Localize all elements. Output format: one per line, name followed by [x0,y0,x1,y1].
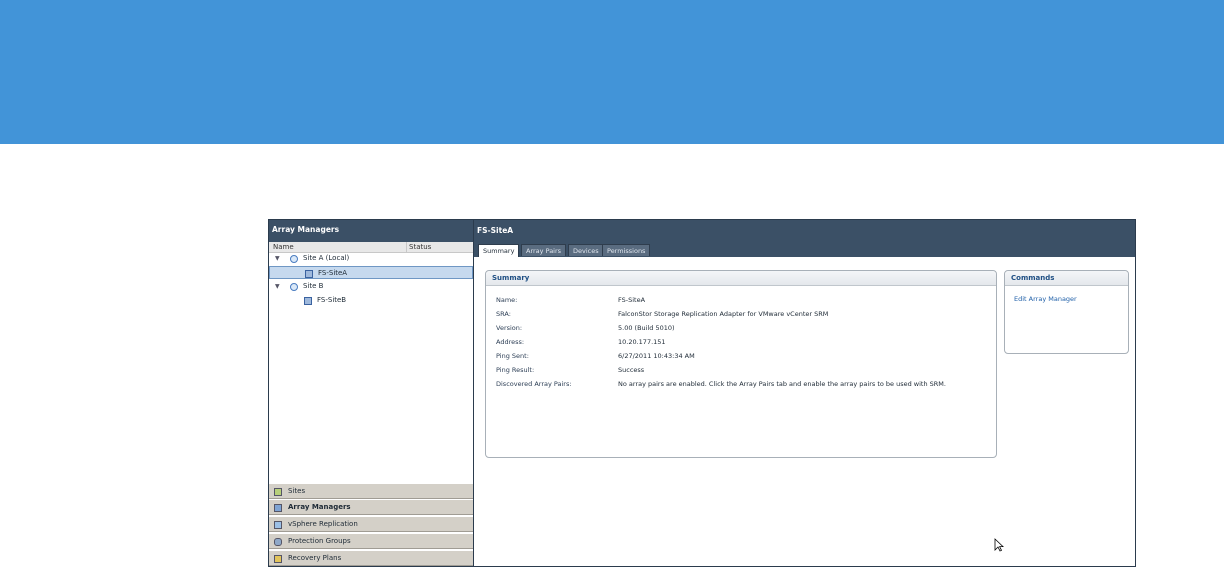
tree-item-label: Site B [303,282,324,290]
tab-devices[interactable]: Devices [568,244,604,256]
nav-protection-groups[interactable]: Protection Groups [269,533,473,549]
summary-value: 6/27/2011 10:43:34 AM [618,352,695,360]
summary-key: Name: [496,296,518,304]
summary-value: No array pairs are enabled. Click the Ar… [618,380,946,388]
detail-pane: FS-SiteA Summary Array Pairs Devices Per… [474,220,1135,566]
tree-item-site-b[interactable]: ▼ Site B [269,280,473,293]
column-name[interactable]: Name [273,242,294,252]
sites-icon [274,488,282,496]
commands-panel: Commands Edit Array Manager [1004,270,1129,354]
array-managers-icon [274,504,282,512]
site-icon [290,255,298,263]
edit-array-manager-link[interactable]: Edit Array Manager [1014,295,1077,303]
nav-vsphere-replication[interactable]: vSphere Replication [269,516,473,532]
summary-panel: Summary Name: FS-SiteA SRA: FalconStor S… [485,270,997,458]
tab-array-pairs[interactable]: Array Pairs [521,244,567,256]
nav-label: Recovery Plans [288,554,342,562]
expand-arrow-icon[interactable]: ▼ [275,252,280,265]
detail-title: FS-SiteA [477,226,514,235]
recovery-plans-icon [274,555,282,563]
mouse-pointer-icon [994,538,1004,552]
nav-recovery-plans[interactable]: Recovery Plans [269,550,473,566]
array-manager-icon [304,297,312,305]
detail-header: FS-SiteA Summary Array Pairs Devices Per… [474,220,1135,257]
tree-item-label: FS-SiteA [318,269,348,277]
summary-value: FS-SiteA [618,296,646,304]
protection-groups-icon [274,538,282,546]
top-banner [0,0,1224,144]
nav-label: Sites [288,487,306,495]
expand-arrow-icon[interactable]: ▼ [275,280,280,293]
srm-window: Array Managers Name Status ▼ Site A (Loc… [268,219,1136,567]
summary-panel-title: Summary [486,271,996,286]
nav-label: Protection Groups [288,537,351,545]
vsphere-replication-icon [274,521,282,529]
nav-label: Array Managers [288,503,351,511]
array-managers-pane: Array Managers Name Status ▼ Site A (Loc… [269,220,474,566]
tab-summary[interactable]: Summary [478,244,520,257]
array-manager-icon [305,270,313,278]
summary-value: FalconStor Storage Replication Adapter f… [618,310,829,318]
tree-item-fs-siteb[interactable]: FS-SiteB [269,294,473,307]
summary-key: SRA: [496,310,511,318]
summary-value: 5.00 (Build 5010) [618,324,675,332]
nav-label: vSphere Replication [288,520,358,528]
site-icon [290,283,298,291]
summary-key: Address: [496,338,525,346]
tree-item-label: FS-SiteB [317,296,347,304]
pane-title: Array Managers [269,220,473,242]
nav-array-managers[interactable]: Array Managers [269,499,473,515]
summary-value: Success [618,366,645,374]
tree-item-site-a[interactable]: ▼ Site A (Local) [269,252,473,265]
nav-sites[interactable]: Sites [269,483,473,499]
tree-item-label: Site A (Local) [303,254,350,262]
summary-value: 10.20.177.151 [618,338,666,346]
summary-key: Ping Result: [496,366,535,374]
tab-permissions[interactable]: Permissions [602,244,651,256]
tree-item-fs-sitea[interactable]: FS-SiteA [269,266,473,279]
summary-key: Ping Sent: [496,352,529,360]
commands-panel-title: Commands [1005,271,1128,286]
column-status[interactable]: Status [406,242,431,252]
summary-key: Discovered Array Pairs: [496,380,572,388]
summary-key: Version: [496,324,523,332]
